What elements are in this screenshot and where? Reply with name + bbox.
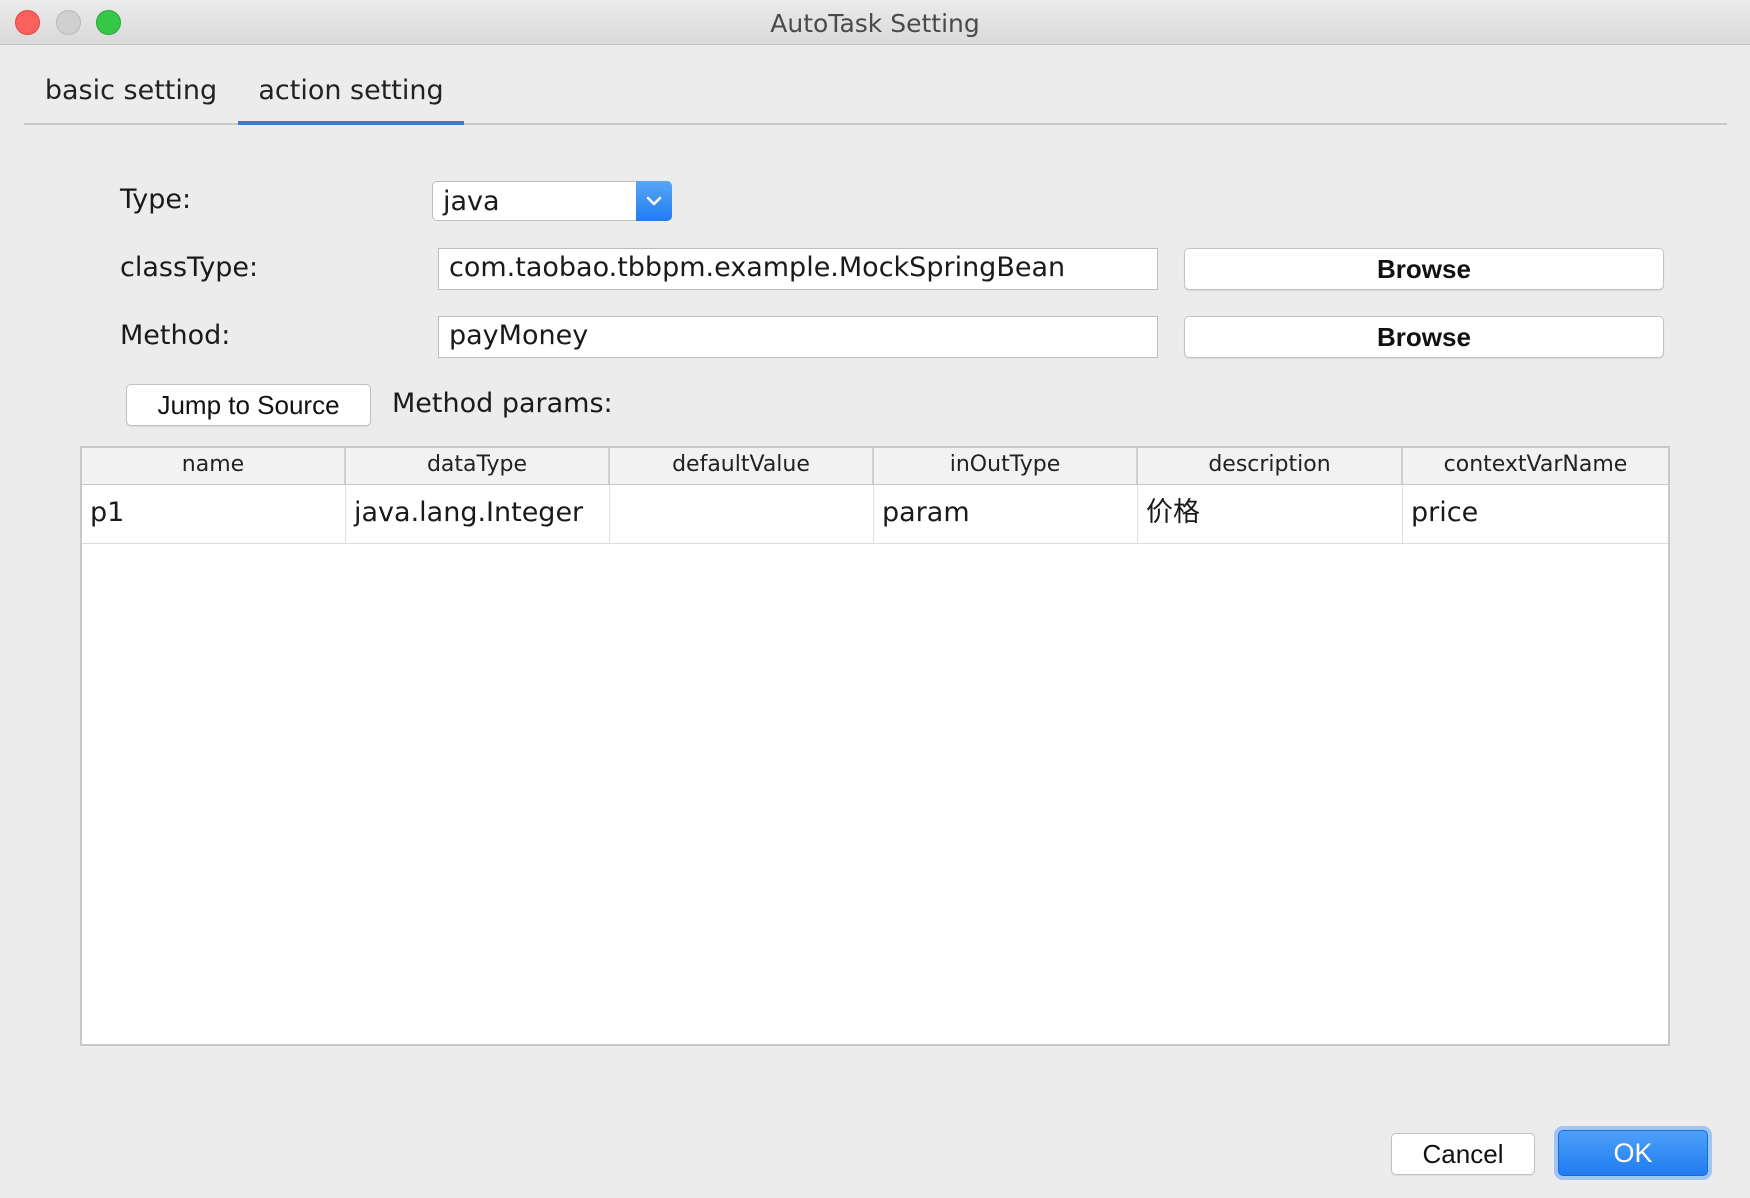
autotask-dialog: AutoTask Setting basic setting action se… <box>0 0 1750 1198</box>
table-cell[interactable]: 价格 <box>1138 485 1403 543</box>
table-cell[interactable] <box>610 485 874 543</box>
column-header-defaultvalue[interactable]: defaultValue <box>610 448 874 484</box>
cancel-button[interactable]: Cancel <box>1391 1133 1535 1175</box>
method-label: Method: <box>120 320 231 351</box>
title-bar: AutoTask Setting <box>0 0 1750 45</box>
table-header: name dataType defaultValue inOutType des… <box>82 448 1668 485</box>
table-cell[interactable]: java.lang.Integer <box>346 485 610 543</box>
classtype-field[interactable]: com.taobao.tbbpm.example.MockSpringBean <box>438 248 1158 290</box>
tab-basic-setting[interactable]: basic setting <box>24 64 238 123</box>
table-cell[interactable]: param <box>874 485 1138 543</box>
column-header-description[interactable]: description <box>1138 448 1403 484</box>
method-field[interactable]: payMoney <box>438 316 1158 358</box>
type-select[interactable]: java <box>432 181 672 221</box>
tab-action-setting[interactable]: action setting <box>238 64 464 125</box>
column-header-datatype[interactable]: dataType <box>346 448 610 484</box>
column-header-inouttype[interactable]: inOutType <box>874 448 1138 484</box>
table-row[interactable]: p1 java.lang.Integer param 价格 price <box>82 485 1668 544</box>
table-cell[interactable]: price <box>1403 485 1668 543</box>
column-header-contextvarname[interactable]: contextVarName <box>1403 448 1668 484</box>
chevron-down-icon[interactable] <box>636 181 672 221</box>
type-label: Type: <box>120 184 192 215</box>
method-params-table[interactable]: name dataType defaultValue inOutType des… <box>80 446 1670 1046</box>
window-title: AutoTask Setting <box>770 9 980 38</box>
classtype-label: classType: <box>120 252 259 283</box>
column-header-name[interactable]: name <box>82 448 346 484</box>
method-params-label: Method params: <box>392 388 613 419</box>
ok-button[interactable]: OK <box>1558 1130 1708 1176</box>
jump-to-source-button[interactable]: Jump to Source <box>126 384 371 426</box>
table-cell[interactable]: p1 <box>82 485 346 543</box>
type-select-value: java <box>443 186 500 217</box>
browse-classtype-button[interactable]: Browse <box>1184 248 1664 290</box>
tab-bar: basic setting action setting <box>24 64 1727 125</box>
browse-method-button[interactable]: Browse <box>1184 316 1664 358</box>
